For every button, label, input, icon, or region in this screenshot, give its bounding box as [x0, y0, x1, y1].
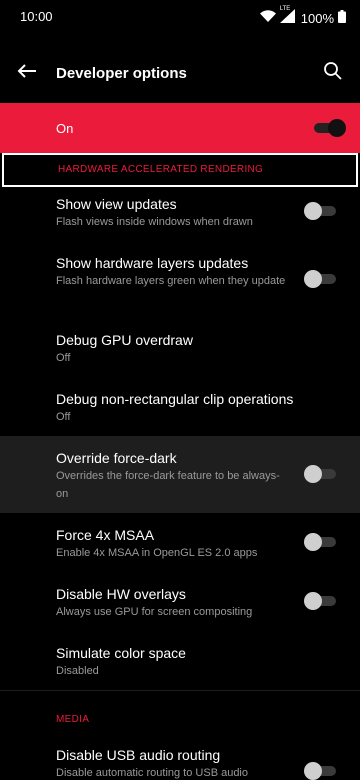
toggle-thumb — [304, 592, 322, 610]
setting-summary: Disable automatic routing to USB audio — [56, 767, 248, 779]
cell-signal-icon: LTE — [279, 6, 295, 28]
setting-title: Override force-dark — [56, 450, 177, 466]
setting-disable-hw-overlays[interactable]: Disable HW overlays Always use GPU for s… — [0, 577, 360, 627]
section-title-hardware: HARDWARE ACCELERATED RENDERING — [58, 164, 264, 175]
setting-summary: Always use GPU for screen compositing — [56, 606, 253, 618]
setting-simulate-color-space[interactable]: Simulate color space Disabled — [0, 636, 360, 688]
setting-summary: Enable 4x MSAA in OpenGL ES 2.0 apps — [56, 547, 258, 559]
toggle-thumb — [328, 119, 346, 137]
network-badge: LTE — [279, 6, 291, 12]
setting-title: Force 4x MSAA — [56, 527, 155, 543]
master-toggle-switch[interactable] — [314, 119, 346, 137]
status-bar: 10:00 LTE 100% — [0, 0, 360, 34]
setting-summary: Flash hardware layers green when they up… — [56, 275, 286, 287]
setting-force-4x-msaa[interactable]: Force 4x MSAA Enable 4x MSAA in OpenGL E… — [0, 518, 360, 568]
wifi-icon — [259, 9, 276, 28]
setting-title: Disable HW overlays — [56, 586, 186, 602]
setting-override-force-dark[interactable]: Override force-dark Overrides the force-… — [0, 436, 360, 513]
toggle-thumb — [304, 762, 322, 780]
search-icon — [323, 61, 343, 86]
toggle-thumb — [304, 202, 322, 220]
setting-debug-clip-operations[interactable]: Debug non-rectangular clip operations Of… — [0, 380, 360, 434]
setting-summary: Flash views inside windows when drawn — [56, 216, 253, 228]
toggle-thumb — [304, 270, 322, 288]
status-time: 10:00 — [20, 9, 53, 24]
toggle-switch[interactable] — [304, 592, 336, 610]
status-icons: LTE 100% — [259, 6, 346, 28]
master-switch-label: On — [56, 121, 74, 136]
setting-title: Debug non-rectangular clip operations — [56, 391, 294, 407]
toggle-switch[interactable] — [304, 762, 336, 780]
section-title-media: MEDIA — [56, 714, 90, 725]
back-button[interactable] — [10, 56, 44, 90]
toggle-switch[interactable] — [304, 270, 336, 288]
setting-disable-usb-audio-routing[interactable]: Disable USB audio routing Disable automa… — [0, 738, 360, 780]
setting-title: Simulate color space — [56, 645, 186, 661]
setting-show-view-updates[interactable]: Show view updates Flash views inside win… — [0, 188, 360, 238]
battery-icon — [338, 9, 346, 28]
battery-percent: 100% — [300, 11, 334, 26]
app-bar: Developer options — [0, 44, 360, 102]
setting-title: Debug GPU overdraw — [56, 332, 193, 348]
setting-debug-gpu-overdraw[interactable]: Debug GPU overdraw Off — [0, 322, 360, 372]
toggle-thumb — [304, 465, 322, 483]
setting-show-hardware-layers-updates[interactable]: Show hardware layers updates Flash hardw… — [0, 245, 360, 313]
section-divider — [0, 690, 360, 691]
setting-summary: Off — [56, 411, 71, 423]
toggle-switch[interactable] — [304, 533, 336, 551]
section-header-hardware: HARDWARE ACCELERATED RENDERING — [2, 153, 358, 187]
arrow-back-icon — [17, 63, 37, 84]
toggle-switch[interactable] — [304, 465, 336, 483]
master-switch-bar[interactable]: On — [0, 103, 360, 153]
setting-title: Show hardware layers updates — [56, 255, 249, 271]
toggle-thumb — [304, 533, 322, 551]
toggle-switch[interactable] — [304, 202, 336, 220]
setting-summary: Disabled — [56, 665, 99, 677]
search-button[interactable] — [316, 56, 350, 90]
setting-title: Disable USB audio routing — [56, 747, 221, 763]
setting-summary: Overrides the force-dark feature to be a… — [56, 470, 280, 500]
setting-summary: Off — [56, 352, 71, 364]
setting-title: Show view updates — [56, 196, 177, 212]
page-title: Developer options — [56, 65, 187, 82]
